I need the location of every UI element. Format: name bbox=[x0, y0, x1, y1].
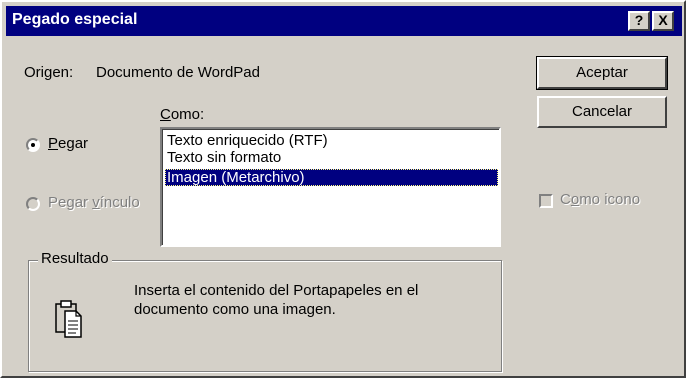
paste-radio[interactable] bbox=[26, 138, 40, 152]
dialog-title: Pegado especial bbox=[12, 11, 138, 28]
como-listbox[interactable]: Texto enriquecido (RTF) Texto sin format… bbox=[160, 127, 501, 247]
paste-radio-label[interactable]: Pegar bbox=[48, 135, 88, 152]
result-description-line1: Inserta el contenido del Portapapeles en… bbox=[134, 282, 419, 299]
close-icon: X bbox=[658, 12, 668, 28]
result-group-label: Resultado bbox=[38, 250, 112, 267]
como-label: Como: bbox=[160, 106, 205, 123]
accept-button[interactable]: Aceptar bbox=[536, 56, 668, 90]
list-item-metafile[interactable]: Imagen (Metarchivo) bbox=[165, 169, 498, 186]
list-item-rtf[interactable]: Texto enriquecido (RTF) bbox=[165, 132, 498, 149]
title-bar[interactable]: Pegado especial ? X bbox=[6, 6, 682, 36]
close-button[interactable]: X bbox=[652, 11, 674, 31]
cancel-button[interactable]: Cancelar bbox=[537, 96, 667, 128]
radio-dot-icon bbox=[31, 143, 35, 147]
display-as-icon-label[interactable]: Como icono bbox=[560, 191, 640, 208]
result-description-line2: documento como una imagen. bbox=[134, 301, 336, 318]
origin-value: Documento de WordPad bbox=[96, 64, 260, 81]
clipboard-icon bbox=[54, 299, 84, 343]
help-icon: ? bbox=[634, 12, 644, 28]
list-item-plain-text[interactable]: Texto sin formato bbox=[165, 149, 498, 166]
origin-label: Origen: bbox=[24, 64, 74, 81]
display-as-icon-checkbox[interactable] bbox=[539, 194, 553, 208]
paste-link-radio[interactable] bbox=[26, 197, 40, 211]
paste-special-dialog: Pegado especial ? X Origen: Documento de… bbox=[0, 0, 686, 378]
paste-link-radio-label[interactable]: Pegar vínculo bbox=[48, 194, 140, 211]
help-button[interactable]: ? bbox=[628, 11, 650, 31]
